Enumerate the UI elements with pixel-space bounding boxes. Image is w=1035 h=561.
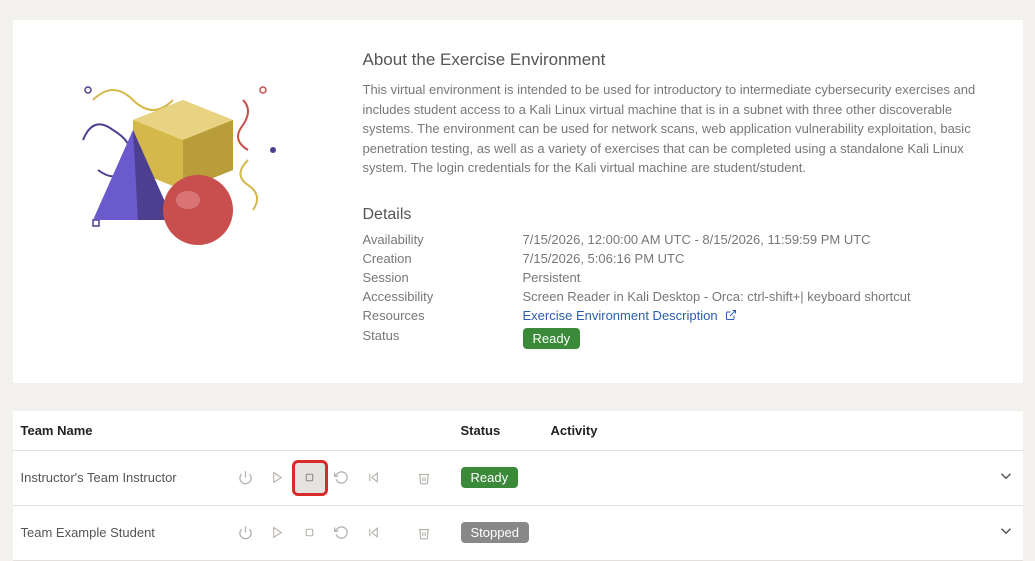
table-header-row: Team Name Status Activity bbox=[13, 411, 1023, 451]
table-row: Instructor's Team Instructor Ready bbox=[13, 451, 1023, 506]
resources-link[interactable]: Exercise Environment Description bbox=[523, 308, 718, 323]
detail-label: Session bbox=[363, 270, 523, 285]
detail-value: 7/15/2026, 12:00:00 AM UTC - 8/15/2026, … bbox=[523, 232, 993, 247]
detail-status: Status Ready bbox=[363, 328, 993, 349]
status-badge: Ready bbox=[523, 328, 581, 349]
about-text: This virtual environment is intended to … bbox=[363, 80, 993, 178]
delete-button[interactable] bbox=[409, 463, 439, 493]
detail-label: Accessibility bbox=[363, 289, 523, 304]
info-column: About the Exercise Environment This virt… bbox=[363, 50, 993, 353]
chevron-down-icon[interactable] bbox=[997, 467, 1015, 488]
status-badge: Stopped bbox=[461, 522, 529, 543]
delete-button[interactable] bbox=[409, 518, 439, 548]
details-heading: Details bbox=[363, 206, 993, 224]
detail-label: Creation bbox=[363, 251, 523, 266]
detail-value: Ready bbox=[523, 328, 993, 349]
detail-value: Persistent bbox=[523, 270, 993, 285]
about-heading: About the Exercise Environment bbox=[363, 50, 993, 70]
play-button[interactable] bbox=[263, 518, 293, 548]
environment-illustration bbox=[43, 50, 323, 270]
header-status: Status bbox=[461, 423, 551, 438]
play-button[interactable] bbox=[263, 463, 293, 493]
about-card: About the Exercise Environment This virt… bbox=[13, 20, 1023, 383]
teams-table: Team Name Status Activity Instructor's T… bbox=[13, 411, 1023, 561]
detail-session: Session Persistent bbox=[363, 270, 993, 285]
detail-creation: Creation 7/15/2026, 5:06:16 PM UTC bbox=[363, 251, 993, 266]
stop-button[interactable] bbox=[295, 463, 325, 493]
table-row: Team Example Student Stopped bbox=[13, 506, 1023, 561]
power-button[interactable] bbox=[231, 463, 261, 493]
detail-value: 7/15/2026, 5:06:16 PM UTC bbox=[523, 251, 993, 266]
team-name-text: Instructor's Team Instructor bbox=[21, 470, 231, 485]
rewind-button[interactable] bbox=[359, 518, 389, 548]
chevron-down-icon[interactable] bbox=[997, 522, 1015, 543]
detail-resources: Resources Exercise Environment Descripti… bbox=[363, 308, 993, 324]
power-button[interactable] bbox=[231, 518, 261, 548]
detail-availability: Availability 7/15/2026, 12:00:00 AM UTC … bbox=[363, 232, 993, 247]
detail-label: Availability bbox=[363, 232, 523, 247]
restart-button[interactable] bbox=[327, 518, 357, 548]
status-badge: Ready bbox=[461, 467, 519, 488]
stop-button[interactable] bbox=[295, 518, 325, 548]
detail-accessibility: Accessibility Screen Reader in Kali Desk… bbox=[363, 289, 993, 304]
detail-label: Status bbox=[363, 328, 523, 349]
external-link-icon bbox=[725, 309, 737, 324]
header-activity: Activity bbox=[551, 423, 975, 438]
team-name-text: Team Example Student bbox=[21, 525, 231, 540]
header-team-name: Team Name bbox=[21, 423, 461, 438]
rewind-button[interactable] bbox=[359, 463, 389, 493]
detail-label: Resources bbox=[363, 308, 523, 324]
detail-value: Screen Reader in Kali Desktop - Orca: ct… bbox=[523, 289, 993, 304]
detail-value: Exercise Environment Description bbox=[523, 308, 993, 324]
restart-button[interactable] bbox=[327, 463, 357, 493]
